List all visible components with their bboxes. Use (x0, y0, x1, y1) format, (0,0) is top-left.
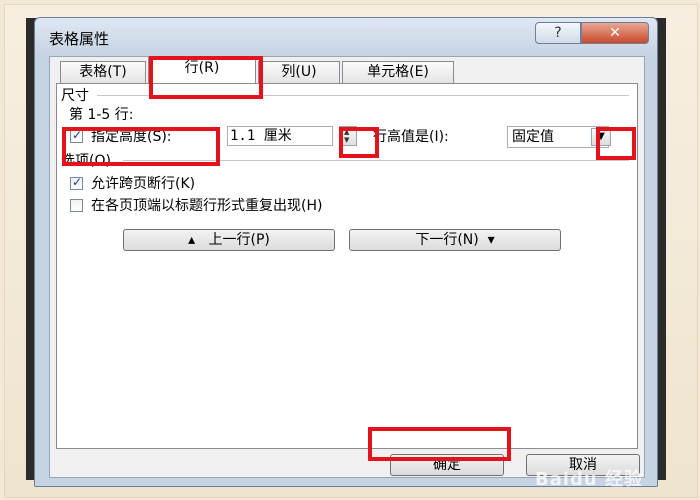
title-bar: 表格属性 ? ✕ (35, 18, 657, 56)
row-height-is-label: 行高值是(I): (373, 129, 449, 145)
tab-row[interactable]: 行(R) (148, 57, 256, 84)
tab-cell[interactable]: 单元格(E) (342, 61, 454, 83)
chevron-down-icon: ▼ (597, 131, 605, 142)
down-arrow-icon: ▾ (487, 232, 495, 248)
tab-row-label: 行(R) (184, 60, 220, 76)
repeat-header-label: 在各页顶端以标题行形式重复出现(H) (91, 198, 323, 214)
row-height-mode-value: 固定值 (512, 129, 554, 145)
height-input[interactable]: 1.1 厘米 (227, 126, 333, 146)
previous-row-button[interactable]: ▴ 上一行(P) (123, 229, 335, 251)
tab-column[interactable]: 列(U) (258, 61, 340, 83)
size-separator (97, 95, 629, 96)
options-group-label: 选项(O) (61, 153, 111, 169)
tab-table-label: 表格(T) (79, 64, 127, 80)
spin-down-icon[interactable]: ▼ (344, 136, 349, 144)
tab-column-label: 列(U) (281, 64, 317, 80)
dialog-title: 表格属性 (49, 30, 110, 48)
next-row-label: 下一行(N) (415, 232, 479, 248)
height-spinner[interactable]: ▲ ▼ (339, 126, 357, 146)
height-value: 1.1 厘米 (230, 128, 292, 144)
ok-button[interactable]: 确定 (390, 454, 504, 476)
spin-up-icon[interactable]: ▲ (344, 128, 349, 136)
checkmark-icon: ✓ (72, 175, 83, 189)
row-height-mode-dropdown[interactable]: ▼ (591, 128, 611, 146)
close-icon: ✕ (609, 25, 621, 41)
repeat-header-checkbox[interactable] (70, 199, 83, 212)
tab-cell-label: 单元格(E) (367, 64, 429, 80)
tab-table[interactable]: 表格(T) (60, 61, 146, 83)
help-icon: ? (554, 25, 562, 41)
rows-range-label: 第 1-5 行: (69, 107, 134, 123)
previous-row-label: 上一行(P) (208, 232, 270, 248)
up-arrow-icon: ▴ (188, 232, 196, 248)
row-tab-panel: 尺寸 第 1-5 行: ✓ 指定高度(S): 1.1 厘米 ▲ ▼ 行高值是(I… (56, 83, 638, 449)
close-button[interactable]: ✕ (581, 22, 649, 44)
table-properties-dialog: 表格属性 ? ✕ 表格(T) 行(R) 列(U) 单元格(E) 尺寸 第 1-5… (34, 17, 658, 487)
specify-height-checkbox[interactable]: ✓ (70, 128, 83, 143)
baidu-watermark: Baidu 经验 (535, 469, 644, 490)
allow-break-label: 允许跨页断行(K) (91, 176, 196, 192)
allow-break-checkbox[interactable]: ✓ (70, 175, 83, 190)
dialog-content: 表格(T) 行(R) 列(U) 单元格(E) 尺寸 第 1-5 行: ✓ 指定高… (49, 56, 645, 478)
specify-height-label: 指定高度(S): (91, 129, 172, 145)
size-group-label: 尺寸 (61, 88, 89, 104)
ok-label: 确定 (433, 457, 461, 473)
options-separator (123, 160, 629, 161)
help-button[interactable]: ? (535, 22, 581, 44)
checkmark-icon: ✓ (72, 128, 83, 142)
next-row-button[interactable]: 下一行(N) ▾ (349, 229, 561, 251)
